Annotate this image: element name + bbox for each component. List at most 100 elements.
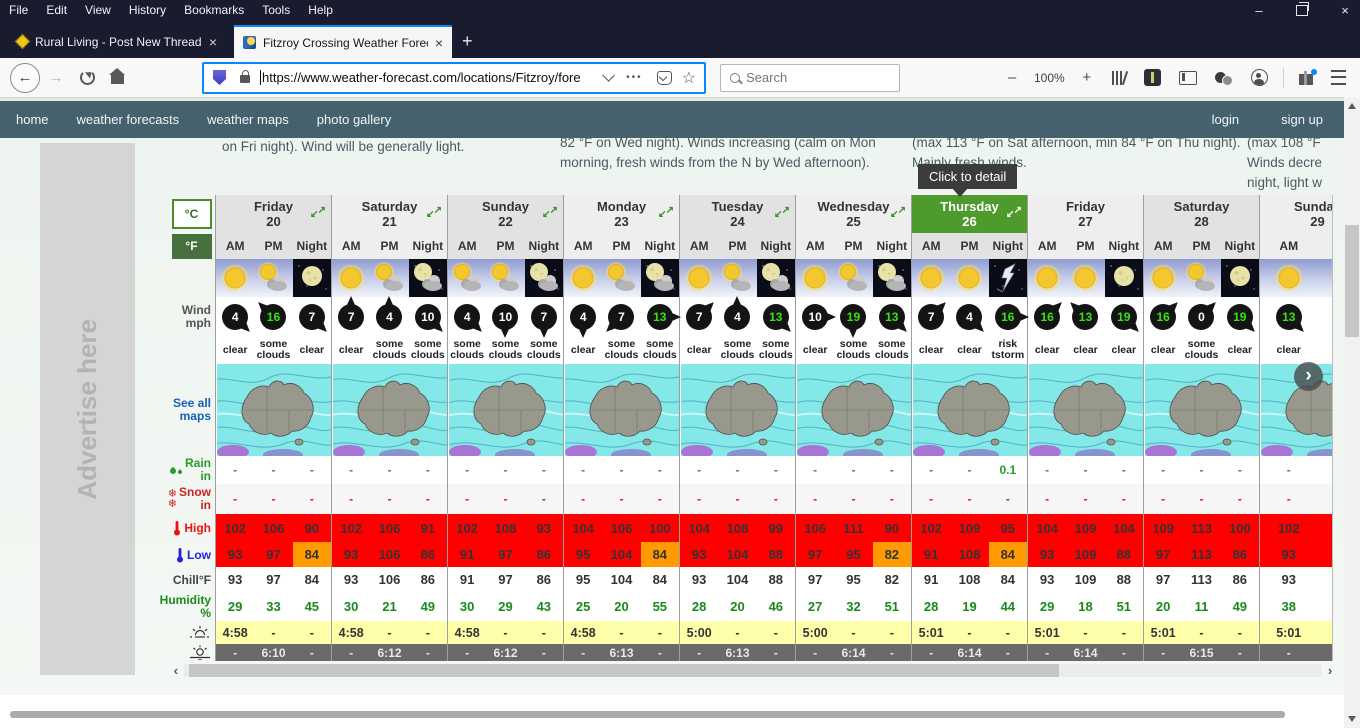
reload-button[interactable]	[80, 70, 95, 85]
sunset-value: -	[680, 644, 718, 661]
condition-label: clear	[571, 345, 596, 356]
advertise-placeholder[interactable]: Advertise here	[40, 143, 135, 675]
expand-arrows-icon[interactable]: ↗↙	[311, 204, 326, 221]
day-header[interactable]: Friday 27	[1028, 195, 1143, 233]
zoom-in-button[interactable]: +	[1078, 69, 1096, 86]
pocket-icon[interactable]	[657, 71, 672, 85]
weather-map-thumbnail[interactable]	[797, 364, 911, 456]
tab-1[interactable]: Fitzroy Crossing Weather Forec ×	[234, 25, 452, 58]
celsius-button[interactable]: °C	[172, 199, 212, 229]
day-header[interactable]: Tuesday 24 ↗↙	[680, 195, 795, 233]
back-button[interactable]: ←	[10, 63, 40, 93]
new-tab-button[interactable]: +	[462, 31, 473, 52]
menu-history[interactable]: History	[120, 0, 175, 21]
menu-view[interactable]: View	[76, 0, 120, 21]
vertical-scrollbar-thumb[interactable]	[1345, 225, 1359, 337]
expand-arrows-icon[interactable]: ↗↙	[1007, 204, 1022, 221]
nav-link-home[interactable]: home	[0, 112, 63, 127]
weather-map-thumbnail[interactable]	[333, 364, 447, 456]
weather-map-thumbnail[interactable]	[681, 364, 795, 456]
menu-tools[interactable]: Tools	[253, 0, 299, 21]
search-bar[interactable]: Search	[720, 64, 900, 92]
tab-close-icon[interactable]: ×	[435, 35, 443, 51]
map-cell[interactable]	[1028, 363, 1143, 456]
horizontal-scrollbar-thumb[interactable]	[10, 711, 1285, 718]
zoom-out-button[interactable]: –	[1003, 69, 1021, 86]
themes-icon[interactable]	[1215, 71, 1233, 85]
rain-value: -	[1028, 456, 1066, 484]
extension-icon[interactable]	[1144, 69, 1161, 86]
home-button[interactable]	[111, 75, 124, 84]
table-scroll-left-arrow[interactable]: ‹	[168, 663, 184, 678]
bookmark-star-icon[interactable]: ☆	[682, 68, 696, 88]
close-button[interactable]: ×	[1338, 3, 1352, 18]
menu-bookmarks[interactable]: Bookmarks	[175, 0, 253, 21]
chill-value: 93	[216, 567, 254, 592]
next-days-button[interactable]: ›	[1294, 362, 1323, 391]
fahrenheit-button[interactable]: °F	[172, 234, 212, 259]
expand-arrows-icon[interactable]: ↗↙	[775, 204, 790, 221]
see-all-maps-link[interactable]: See allmaps	[168, 363, 215, 456]
expand-arrows-icon[interactable]: ↗↙	[543, 204, 558, 221]
tab-0[interactable]: Rural Living - Post New Thread ×	[8, 25, 226, 58]
day-name: Saturday	[1174, 199, 1230, 214]
map-cell[interactable]	[1144, 363, 1259, 456]
map-cell[interactable]	[564, 363, 679, 456]
vertical-scrollbar[interactable]	[1344, 97, 1360, 728]
map-cell[interactable]	[912, 363, 1027, 456]
library-icon[interactable]	[1112, 71, 1126, 85]
map-cell[interactable]	[448, 363, 563, 456]
gift-icon[interactable]	[1299, 74, 1313, 85]
weather-map-thumbnail[interactable]	[913, 364, 1027, 456]
weather-map-thumbnail[interactable]	[217, 364, 331, 456]
url-text[interactable]: https://www.weather-forecast.com/locatio…	[260, 70, 593, 85]
nav-link-login[interactable]: login	[1191, 112, 1260, 127]
day-header[interactable]: Thursday 26 ↗↙	[912, 195, 1027, 233]
expand-arrows-icon[interactable]: ↗↙	[659, 204, 674, 221]
map-cell[interactable]	[216, 363, 331, 456]
low-temp-row: 9711386	[1144, 542, 1259, 567]
menu-file[interactable]: File	[0, 0, 37, 21]
day-header[interactable]: Friday 20 ↗↙	[216, 195, 331, 233]
minimize-button[interactable]: –	[1252, 3, 1266, 18]
weather-map-thumbnail[interactable]	[449, 364, 563, 456]
sun-icon	[796, 259, 834, 297]
table-scrollbar-thumb[interactable]	[189, 664, 1059, 677]
menu-help[interactable]: Help	[299, 0, 342, 21]
nav-link-weather-forecasts[interactable]: weather forecasts	[63, 112, 194, 127]
url-bar[interactable]: https://www.weather-forecast.com/locatio…	[202, 62, 706, 94]
map-cell[interactable]	[796, 363, 911, 456]
hamburger-menu-icon[interactable]	[1331, 70, 1346, 85]
tracking-protection-shield-icon[interactable]	[213, 70, 226, 85]
sidebar-icon[interactable]	[1179, 71, 1197, 85]
menu-edit[interactable]: Edit	[37, 0, 76, 21]
day-header[interactable]: Monday 23 ↗↙	[564, 195, 679, 233]
scroll-down-arrow[interactable]	[1348, 716, 1356, 722]
expand-arrows-icon[interactable]: ↗↙	[427, 204, 442, 221]
nav-link-sign-up[interactable]: sign up	[1260, 112, 1344, 127]
map-cell[interactable]	[680, 363, 795, 456]
account-icon[interactable]	[1251, 69, 1268, 86]
scroll-up-arrow[interactable]	[1348, 103, 1356, 109]
table-scroll-right-arrow[interactable]: ›	[1322, 663, 1338, 678]
weather-map-thumbnail[interactable]	[565, 364, 679, 456]
weather-map-thumbnail[interactable]	[1029, 364, 1143, 456]
table-scrollbar-track[interactable]	[184, 664, 1322, 677]
day-header[interactable]: Sunday 29	[1260, 195, 1333, 233]
restore-button[interactable]	[1296, 5, 1308, 16]
map-cell[interactable]	[332, 363, 447, 456]
day-header[interactable]: Wednesday 25 ↗↙	[796, 195, 911, 233]
snow-value: -	[448, 484, 486, 514]
tab-close-icon[interactable]: ×	[209, 34, 217, 50]
page-actions-icon[interactable]: •••	[626, 72, 643, 83]
weather-map-thumbnail[interactable]	[1145, 364, 1259, 456]
expand-arrows-icon[interactable]: ↗↙	[891, 204, 906, 221]
nav-link-photo-gallery[interactable]: photo gallery	[303, 112, 405, 127]
sunset-value: 6:14	[950, 644, 988, 661]
nav-link-weather-maps[interactable]: weather maps	[193, 112, 303, 127]
day-header[interactable]: Saturday 28	[1144, 195, 1259, 233]
chevron-down-icon[interactable]	[602, 69, 615, 82]
day-header[interactable]: Sunday 22 ↗↙	[448, 195, 563, 233]
forward-button[interactable]: →	[47, 69, 65, 86]
day-header[interactable]: Saturday 21 ↗↙	[332, 195, 447, 233]
